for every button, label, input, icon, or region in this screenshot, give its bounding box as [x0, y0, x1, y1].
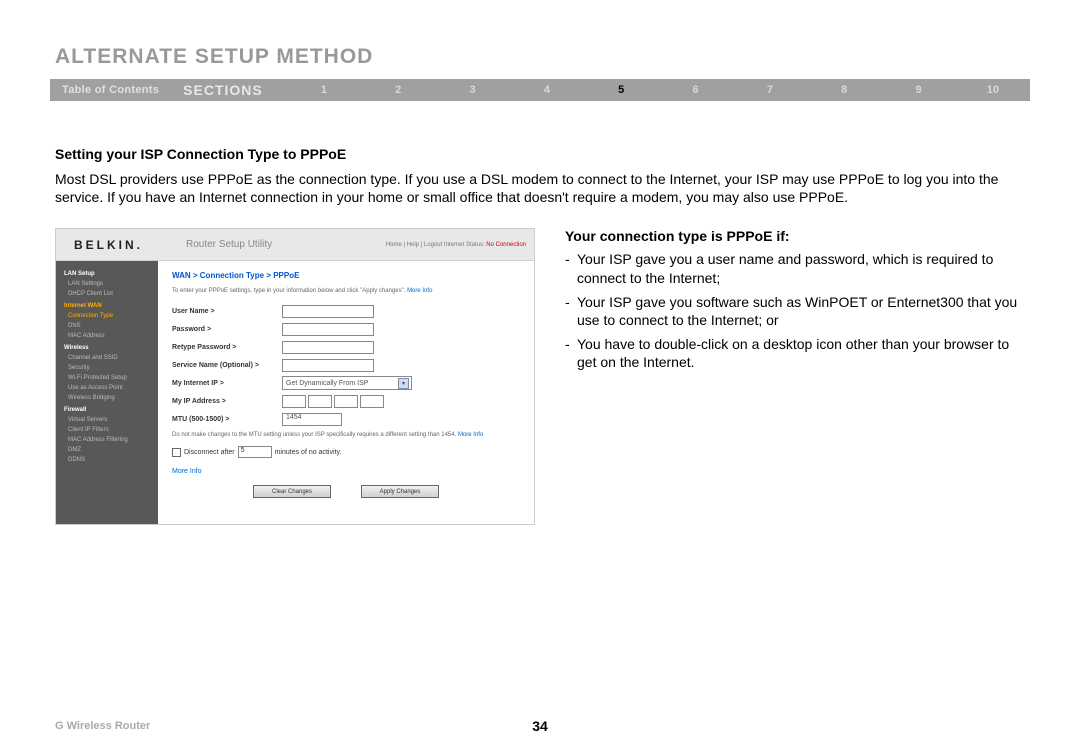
label-user-name: User Name > — [172, 308, 282, 315]
sb-mac-address[interactable]: MAC Address — [56, 331, 158, 341]
more-info-link[interactable]: More Info — [407, 288, 432, 294]
select-internet-ip-value: Get Dynamically From ISP — [286, 380, 368, 387]
section-heading: Setting your ISP Connection Type to PPPo… — [55, 146, 1025, 162]
sb-dmz[interactable]: DMZ — [56, 445, 158, 455]
sb-wps[interactable]: Wi-Fi Protected Setup — [56, 373, 158, 383]
body-text: Most DSL providers use PPPoE as the conn… — [55, 170, 1025, 206]
nav-section-10[interactable]: 10 — [956, 84, 1030, 96]
router-header-links: Home | Help | Logout Internet Status: No… — [386, 242, 534, 248]
router-instr-text: To enter your PPPoE settings, type in yo… — [172, 288, 407, 294]
nav-section-2[interactable]: 2 — [361, 84, 435, 96]
router-sidebar: LAN Setup LAN Settings DHCP Client List … — [56, 261, 158, 524]
sb-mac-filtering[interactable]: MAC Address Filtering — [56, 435, 158, 445]
label-mtu: MTU (500-1500) > — [172, 416, 282, 423]
page-number: 34 — [378, 718, 701, 734]
apply-changes-button[interactable]: Apply Changes — [361, 485, 439, 498]
nav-section-4[interactable]: 4 — [510, 84, 584, 96]
bullet-2-text: Your ISP gave you software such as WinPO… — [577, 293, 1025, 329]
input-mtu[interactable]: 1454 — [282, 413, 342, 426]
clear-changes-button[interactable]: Clear Changes — [253, 485, 331, 498]
sb-connection-type[interactable]: Connection Type — [56, 311, 158, 321]
sb-dhcp-client-list[interactable]: DHCP Client List — [56, 289, 158, 299]
page-title: ALTERNATE SETUP METHOD — [0, 0, 1080, 79]
input-user-name[interactable] — [282, 305, 374, 318]
disconnect-more-info-link[interactable]: More Info — [172, 468, 520, 475]
sb-group-firewall: Firewall — [56, 403, 158, 415]
nav-section-6[interactable]: 6 — [658, 84, 732, 96]
label-service-name: Service Name (Optional) > — [172, 362, 282, 369]
sb-client-ip-filters[interactable]: Client IP Filters — [56, 425, 158, 435]
label-retype-password: Retype Password > — [172, 344, 282, 351]
bullet-2: -Your ISP gave you software such as WinP… — [565, 293, 1025, 329]
sb-group-wireless: Wireless — [56, 341, 158, 353]
nav-section-7[interactable]: 7 — [733, 84, 807, 96]
sb-lan-settings[interactable]: LAN Settings — [56, 279, 158, 289]
router-main: WAN > Connection Type > PPPoE To enter y… — [158, 261, 534, 524]
label-my-internet-ip: My Internet IP > — [172, 380, 282, 387]
router-header-links-text: Home | Help | Logout Internet Status: — [386, 242, 487, 248]
nav-toc[interactable]: Table of Contents — [50, 84, 173, 96]
nav-section-5[interactable]: 5 — [584, 84, 658, 96]
router-setup-screenshot: BELKIN. Router Setup Utility Home | Help… — [55, 228, 535, 525]
mtu-note: Do not make changes to the MTU setting u… — [172, 432, 520, 440]
bullet-1: -Your ISP gave you a user name and passw… — [565, 250, 1025, 286]
ip-octet-3[interactable] — [334, 395, 358, 408]
ip-octet-1[interactable] — [282, 395, 306, 408]
bullet-3: -You have to double-click on a desktop i… — [565, 335, 1025, 371]
page-footer: G Wireless Router 34 — [0, 718, 1080, 734]
right-column: Your connection type is PPPoE if: -Your … — [565, 228, 1025, 525]
main-content: Setting your ISP Connection Type to PPPo… — [0, 101, 1080, 525]
sb-ddns[interactable]: DDNS — [56, 455, 158, 465]
nav-section-3[interactable]: 3 — [435, 84, 509, 96]
input-disconnect-minutes[interactable]: 5 — [238, 446, 272, 458]
label-my-ip-address: My IP Address > — [172, 398, 282, 405]
mtu-note-text: Do not make changes to the MTU setting u… — [172, 432, 458, 438]
sb-group-lan: LAN Setup — [56, 267, 158, 279]
router-breadcrumb: WAN > Connection Type > PPPoE — [172, 271, 520, 280]
input-password[interactable] — [282, 323, 374, 336]
router-status: No Connection — [486, 242, 526, 248]
sb-access-point[interactable]: Use as Access Point — [56, 383, 158, 393]
sb-wireless-bridging[interactable]: Wireless Bridging — [56, 393, 158, 403]
bullet-1-text: Your ISP gave you a user name and passwo… — [577, 250, 1025, 286]
input-retype-password[interactable] — [282, 341, 374, 354]
footer-product-name: G Wireless Router — [55, 720, 378, 732]
nav-section-1[interactable]: 1 — [287, 84, 361, 96]
nav-section-8[interactable]: 8 — [807, 84, 881, 96]
input-service-name[interactable] — [282, 359, 374, 372]
sb-group-wan: Internet WAN — [56, 299, 158, 311]
ip-octet-2[interactable] — [308, 395, 332, 408]
ip-octet-4[interactable] — [360, 395, 384, 408]
pppoe-conditions-heading: Your connection type is PPPoE if: — [565, 228, 1025, 244]
select-internet-ip[interactable]: Get Dynamically From ISP ▾ — [282, 376, 412, 390]
label-password: Password > — [172, 326, 282, 333]
sb-virtual-servers[interactable]: Virtual Servers — [56, 415, 158, 425]
sb-dns[interactable]: DNS — [56, 321, 158, 331]
router-header: BELKIN. Router Setup Utility Home | Help… — [56, 229, 534, 261]
sb-security[interactable]: Security — [56, 363, 158, 373]
router-instructions: To enter your PPPoE settings, type in yo… — [172, 288, 520, 294]
ip-address-group — [282, 395, 384, 408]
checkbox-disconnect[interactable] — [172, 448, 181, 457]
chevron-down-icon: ▾ — [398, 378, 409, 389]
section-nav: Table of Contents SECTIONS 1 2 3 4 5 6 7… — [50, 79, 1030, 101]
mtu-more-info-link[interactable]: More Info — [458, 432, 483, 438]
sb-channel-ssid[interactable]: Channel and SSID — [56, 353, 158, 363]
router-header-title: Router Setup Utility — [158, 239, 386, 250]
disconnect-label-post: minutes of no activity. — [275, 449, 342, 456]
disconnect-label-pre: Disconnect after — [184, 449, 235, 456]
nav-sections-label: SECTIONS — [173, 82, 287, 98]
bullet-3-text: You have to double-click on a desktop ic… — [577, 335, 1025, 371]
belkin-logo: BELKIN. — [56, 238, 158, 252]
nav-section-9[interactable]: 9 — [881, 84, 955, 96]
